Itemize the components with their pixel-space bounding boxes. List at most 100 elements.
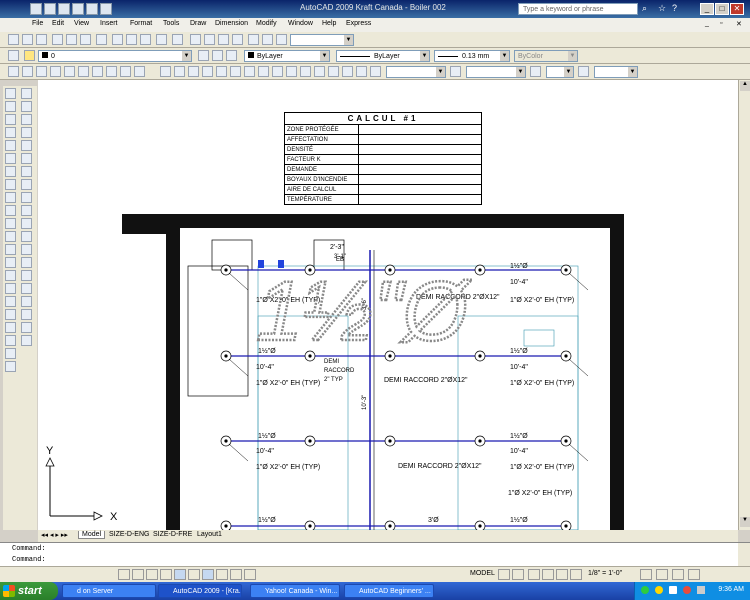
object-snap-icon[interactable]: [8, 66, 19, 77]
workspace-combo[interactable]: ▼: [290, 34, 354, 46]
doc-close-button[interactable]: ✕: [736, 20, 742, 28]
publish-icon[interactable]: [80, 34, 91, 45]
layer-states-icon[interactable]: [21, 283, 32, 294]
menu-edit[interactable]: Edit: [52, 20, 64, 27]
snap-quadrant-icon[interactable]: [78, 66, 89, 77]
layer-previous-icon[interactable]: [212, 50, 223, 61]
center-mark-icon[interactable]: [328, 66, 339, 77]
layer-combo[interactable]: 0 ▼: [38, 50, 192, 62]
dim-update-icon[interactable]: [370, 66, 381, 77]
copy-icon[interactable]: [5, 361, 16, 372]
tray-display-icon[interactable]: [697, 586, 705, 594]
task-server[interactable]: d on Server: [62, 584, 156, 598]
grid-toggle-icon[interactable]: [132, 569, 144, 580]
spline-icon[interactable]: [5, 192, 16, 203]
qp-toggle-icon[interactable]: [244, 569, 256, 580]
offset-icon[interactable]: [21, 101, 32, 112]
ortho-toggle-icon[interactable]: [146, 569, 158, 580]
textstyle-combo[interactable]: ▼: [466, 66, 526, 78]
cut-icon[interactable]: [112, 34, 123, 45]
snap-center-icon[interactable]: [64, 66, 75, 77]
3d-dwf-icon[interactable]: [96, 34, 107, 45]
linetype-combo[interactable]: ByLayer ▼: [336, 50, 430, 62]
hatch-icon[interactable]: [5, 270, 16, 281]
make-block-icon[interactable]: [5, 244, 16, 255]
snap-none-icon[interactable]: [134, 66, 145, 77]
zoom-window-icon[interactable]: [218, 34, 229, 45]
command-prompt[interactable]: Command:: [12, 556, 46, 564]
task-yahoo[interactable]: Yahoo! Canada - Win...: [250, 584, 340, 598]
snap-midpoint-icon[interactable]: [36, 66, 47, 77]
menu-format[interactable]: Format: [130, 20, 152, 27]
radius-dim-icon[interactable]: [216, 66, 227, 77]
match-properties-icon[interactable]: [140, 34, 151, 45]
vertical-scrollbar[interactable]: ▲ ▼: [738, 80, 750, 530]
snap-tangent-icon[interactable]: [92, 66, 103, 77]
snap-endpoint-icon[interactable]: [22, 66, 33, 77]
snap-nearest-icon[interactable]: [120, 66, 131, 77]
aligned-dim-icon[interactable]: [174, 66, 185, 77]
scroll-up-icon[interactable]: ▲: [740, 81, 750, 91]
rectangle-icon[interactable]: [5, 140, 16, 151]
multiline-text-icon[interactable]: [5, 322, 16, 333]
add-selected-icon[interactable]: [5, 335, 16, 346]
chamfer-icon[interactable]: [21, 244, 32, 255]
menu-modify[interactable]: Modify: [256, 20, 277, 27]
join-icon[interactable]: [21, 231, 32, 242]
ellipse-icon[interactable]: [5, 205, 16, 216]
menu-file[interactable]: File: [32, 20, 43, 27]
snap-toggle-icon[interactable]: [118, 569, 130, 580]
revision-cloud-icon[interactable]: [5, 179, 16, 190]
continue-dim-icon[interactable]: [300, 66, 311, 77]
extend-icon[interactable]: [21, 192, 32, 203]
stretch-icon[interactable]: [21, 166, 32, 177]
lwt-toggle-icon[interactable]: [230, 569, 242, 580]
jogged-dim-icon[interactable]: [230, 66, 241, 77]
scroll-down-icon[interactable]: ▼: [740, 517, 750, 527]
redo-icon[interactable]: [100, 3, 112, 15]
break-at-point-icon[interactable]: [21, 205, 32, 216]
open-file-icon[interactable]: [22, 34, 33, 45]
pan-status-icon[interactable]: [528, 569, 540, 580]
annotation-visibility-icon[interactable]: [640, 569, 652, 580]
arc-icon[interactable]: [5, 153, 16, 164]
drawing-canvas[interactable]: 2'-3" EB 3'-1" 1½"Ø 10'-4" 1"Ø X2'-0" EH…: [38, 80, 744, 530]
minimize-button[interactable]: _: [700, 3, 714, 15]
lineweight-combo[interactable]: 0.13 mm ▼: [434, 50, 510, 62]
menu-insert[interactable]: Insert: [100, 20, 118, 27]
model-button[interactable]: MODEL: [470, 570, 495, 577]
tab-layout1[interactable]: Layout1: [194, 531, 225, 538]
design-center-icon[interactable]: [262, 34, 273, 45]
tray-network-icon[interactable]: [641, 586, 649, 594]
undo-icon[interactable]: [86, 3, 98, 15]
text-front-icon[interactable]: [21, 335, 32, 346]
annotation-scale[interactable]: 1/8" = 1'-0": [588, 570, 622, 577]
properties-icon[interactable]: [248, 34, 259, 45]
mirror-icon[interactable]: [21, 88, 32, 99]
zoom-status-icon[interactable]: [542, 569, 554, 580]
ordinate-dim-icon[interactable]: [202, 66, 213, 77]
print-icon[interactable]: [72, 3, 84, 15]
line-icon[interactable]: [5, 88, 16, 99]
menu-help[interactable]: Help: [322, 20, 336, 27]
arc-length-icon[interactable]: [188, 66, 199, 77]
qnew-icon[interactable]: [8, 34, 19, 45]
break-icon[interactable]: [21, 218, 32, 229]
dimstyle-combo[interactable]: ▼: [386, 66, 446, 78]
quick-dim-icon[interactable]: [272, 66, 283, 77]
zoom-realtime-icon[interactable]: [204, 34, 215, 45]
baseline-dim-icon[interactable]: [286, 66, 297, 77]
layer-manager-icon[interactable]: [8, 50, 19, 61]
pan-icon[interactable]: [190, 34, 201, 45]
showmotion-icon[interactable]: [570, 569, 582, 580]
help-question-icon[interactable]: [276, 34, 287, 45]
angular-dim-icon[interactable]: [258, 66, 269, 77]
dyn-toggle-icon[interactable]: [216, 569, 228, 580]
array-icon[interactable]: [21, 114, 32, 125]
star-icon[interactable]: ☆: [658, 3, 670, 15]
save-icon[interactable]: [58, 3, 70, 15]
tray-volume-icon[interactable]: [669, 586, 677, 594]
menu-express[interactable]: Express: [346, 20, 371, 27]
plot-icon[interactable]: [52, 34, 63, 45]
help-icon[interactable]: ?: [672, 3, 684, 15]
